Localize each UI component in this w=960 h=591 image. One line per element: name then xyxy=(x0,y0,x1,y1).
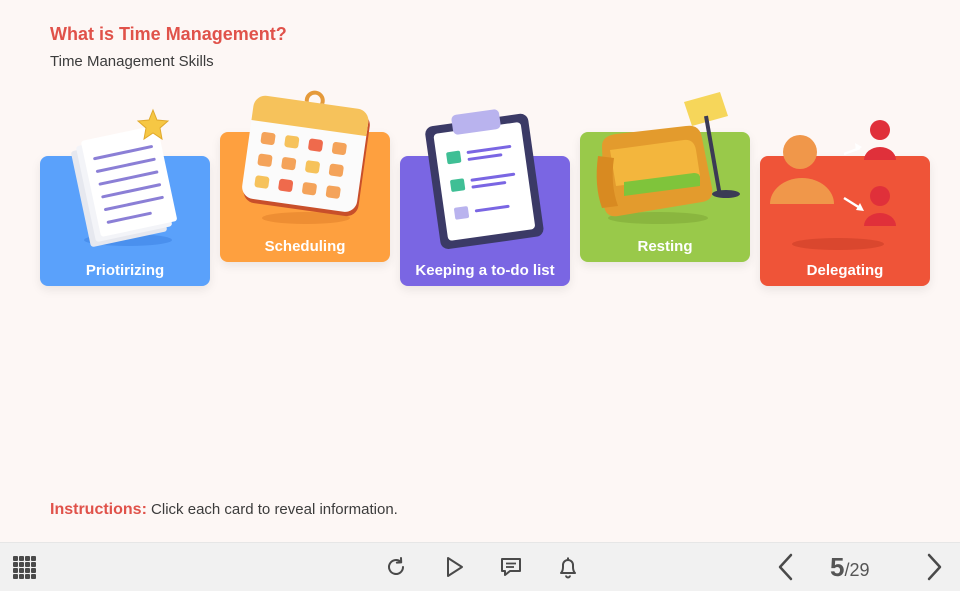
people-delegate-icon xyxy=(770,120,896,250)
instructions-label: Instructions: xyxy=(50,501,147,518)
bell-icon[interactable] xyxy=(552,551,584,583)
play-icon[interactable] xyxy=(438,551,470,583)
page-counter: 5/29 xyxy=(830,552,870,582)
chevron-left-icon[interactable] xyxy=(770,551,802,583)
slide: What is Time Management? Time Management… xyxy=(0,0,960,542)
papers-star-icon xyxy=(71,108,177,247)
card-delegating[interactable]: Delegating xyxy=(760,120,930,286)
clipboard-checklist-icon xyxy=(425,109,544,250)
card-label: Keeping a to-do list xyxy=(415,262,555,279)
page-subtitle: Time Management Skills xyxy=(50,53,214,70)
page-title: What is Time Management? xyxy=(50,24,287,44)
page-total: 29 xyxy=(849,560,870,580)
page-current: 5 xyxy=(830,552,845,582)
grid-menu-icon[interactable] xyxy=(8,551,40,583)
card-todo-list[interactable]: Keeping a to-do list xyxy=(400,109,570,286)
armchair-lamp-icon xyxy=(596,92,740,224)
player-toolbar: 5/29 xyxy=(0,542,960,591)
instructions: Instructions: Click each card to reveal … xyxy=(50,501,398,519)
card-scheduling[interactable]: Scheduling xyxy=(220,90,390,262)
card-label: Delegating xyxy=(806,262,884,279)
card-prioritizing[interactable]: Priotirizing xyxy=(40,108,210,286)
comment-icon[interactable] xyxy=(495,551,527,583)
card-label: Resting xyxy=(637,238,693,255)
card-resting[interactable]: Resting xyxy=(580,92,750,262)
instructions-text: Click each card to reveal information. xyxy=(146,501,398,518)
chevron-right-icon[interactable] xyxy=(918,551,950,583)
card-label: Priotirizing xyxy=(85,262,165,279)
card-label: Scheduling xyxy=(264,238,346,255)
calendar-icon xyxy=(242,90,370,224)
replay-icon[interactable] xyxy=(380,551,412,583)
